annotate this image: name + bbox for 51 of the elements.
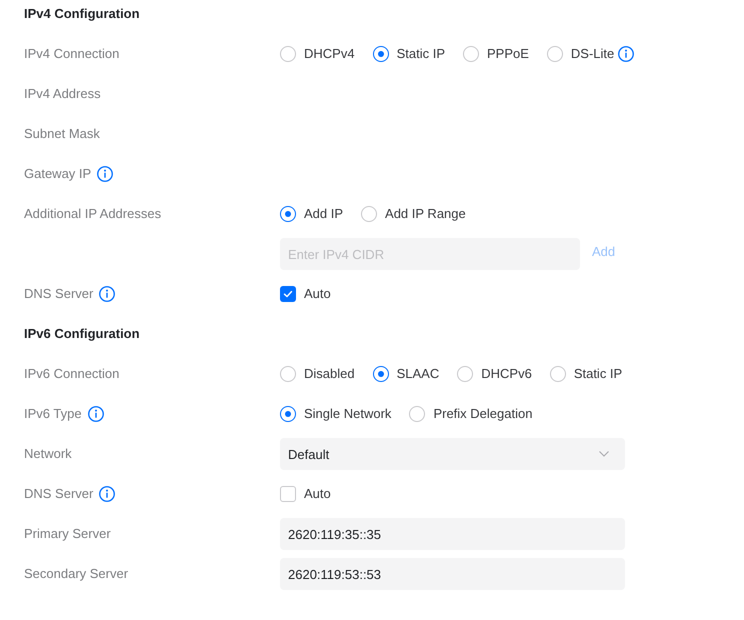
field-label: Secondary Server: [24, 565, 128, 583]
radio-option[interactable]: Static IP: [550, 365, 622, 383]
info-icon[interactable]: [97, 166, 114, 182]
field-label: DNS Server: [24, 285, 94, 303]
radio-option[interactable]: SLAAC: [372, 365, 440, 383]
field-label: Subnet Mask: [24, 125, 100, 143]
section-title: IPv4 Configuration: [24, 5, 140, 23]
field-label: IPv4 Address: [24, 85, 101, 103]
checkbox-option[interactable]: Auto: [280, 485, 331, 503]
field-label: Network: [24, 445, 72, 463]
checkbox-option[interactable]: Auto: [280, 285, 331, 303]
radio-icon[interactable]: [280, 46, 296, 62]
radio-option[interactable]: PPPoE: [463, 45, 529, 63]
field-label: Gateway IP: [24, 165, 92, 183]
info-icon[interactable]: [618, 46, 634, 62]
radio-option[interactable]: Add IP Range: [361, 205, 466, 223]
radio-icon[interactable]: [280, 406, 296, 422]
radio-icon[interactable]: [463, 46, 479, 62]
field-label: IPv6 Connection: [24, 365, 120, 383]
radio-icon[interactable]: [280, 206, 296, 222]
info-icon[interactable]: [99, 486, 116, 502]
input-field[interactable]: 2620:119:53::53: [280, 558, 625, 590]
field-label: IPv4 Connection: [24, 45, 120, 63]
field-label: DNS Server: [24, 485, 94, 503]
radio-option[interactable]: Disabled: [280, 365, 355, 383]
radio-icon[interactable]: [457, 366, 474, 382]
radio-option[interactable]: Prefix Delegation: [409, 405, 532, 423]
dropdown[interactable]: Default: [280, 438, 625, 470]
info-icon[interactable]: [99, 286, 116, 302]
section-title: IPv6 Configuration: [24, 325, 140, 343]
radio-icon[interactable]: [409, 406, 426, 422]
radio-option[interactable]: DHCPv4: [280, 45, 355, 63]
field-label: IPv6 Type: [24, 405, 82, 423]
radio-icon[interactable]: [372, 46, 389, 62]
checkbox-icon[interactable]: [280, 286, 296, 302]
field-label: Primary Server: [24, 525, 111, 543]
radio-icon[interactable]: [546, 46, 563, 62]
radio-option[interactable]: DS-Lite: [546, 45, 634, 63]
radio-option[interactable]: Static IP: [372, 45, 445, 63]
radio-option[interactable]: Single Network: [280, 405, 392, 423]
input-field[interactable]: 2620:119:35::35: [280, 518, 625, 550]
checkbox-icon[interactable]: [280, 486, 296, 502]
radio-icon[interactable]: [550, 366, 566, 382]
radio-icon[interactable]: [280, 366, 296, 382]
field-label: Additional IP Addresses: [24, 205, 162, 223]
info-icon[interactable]: [88, 406, 104, 422]
radio-option[interactable]: Add IP: [280, 205, 344, 223]
radio-icon[interactable]: [361, 206, 378, 222]
radio-option[interactable]: DHCPv6: [457, 365, 532, 383]
radio-icon[interactable]: [372, 366, 389, 382]
chevron-down-icon: [599, 451, 609, 457]
